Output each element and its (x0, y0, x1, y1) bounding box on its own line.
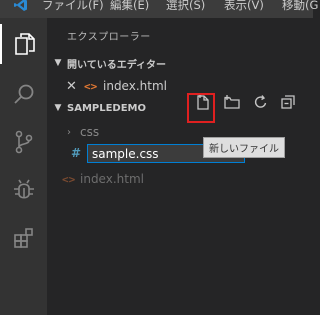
open-editor-item[interactable]: ✕ <> index.html (47, 76, 313, 96)
menu-edit[interactable]: 編集(E) (110, 0, 149, 12)
activity-extensions[interactable] (0, 218, 47, 258)
css-file-icon: # (71, 146, 82, 160)
chevron-right-icon: › (67, 126, 71, 138)
workspace-label: SAMPLEDEMO (67, 102, 147, 114)
vscode-logo-icon[interactable] (14, 0, 28, 12)
open-editors-label: 開いているエディター (67, 59, 166, 71)
collapse-all-icon (281, 95, 295, 109)
search-icon (13, 84, 33, 104)
activity-bar (0, 18, 47, 315)
file-name: index.html (80, 172, 144, 186)
activity-explorer[interactable] (0, 24, 47, 64)
activity-search[interactable] (0, 74, 47, 114)
chevron-down-icon: ▼ (54, 103, 62, 113)
new-file-highlight (187, 93, 215, 123)
source-control-icon (15, 130, 32, 154)
explorer-icon (14, 33, 35, 55)
workspace-header[interactable]: ▼ SAMPLEDEMO (47, 98, 313, 118)
close-icon[interactable]: ✕ (66, 79, 77, 94)
html-file-icon: <> (84, 79, 98, 93)
menu-file[interactable]: ファイル(F) (42, 0, 104, 12)
new-folder-icon (224, 95, 240, 109)
open-editors-header[interactable]: ▼ 開いているエディター (47, 53, 313, 73)
menu-bar: ファイル(F) 編集(E) 選択(S) 表示(V) 移動(G (0, 0, 318, 18)
menu-go[interactable]: 移動(G (282, 0, 318, 12)
chevron-down-icon: ▼ (54, 58, 62, 68)
refresh-button[interactable] (251, 92, 271, 112)
new-file-tooltip: 新しいファイル (203, 137, 285, 158)
folder-name: css (80, 125, 100, 139)
extensions-icon (13, 228, 33, 248)
activity-debug[interactable] (0, 170, 47, 210)
debug-icon (13, 179, 34, 199)
refresh-icon (254, 95, 267, 108)
menu-selection[interactable]: 選択(S) (166, 0, 205, 12)
sidebar-title: エクスプローラー (67, 32, 151, 43)
html-file-icon: <> (62, 172, 76, 186)
new-folder-button[interactable] (222, 92, 242, 112)
explorer-sidebar: エクスプローラー ▼ 開いているエディター ✕ <> index.html ▼ … (47, 18, 313, 315)
collapse-all-button[interactable] (278, 92, 298, 112)
menu-view[interactable]: 表示(V) (224, 0, 264, 12)
activity-source-control[interactable] (0, 122, 47, 162)
open-editor-filename: index.html (103, 79, 167, 93)
file-index-html[interactable]: <> index.html (47, 169, 313, 189)
